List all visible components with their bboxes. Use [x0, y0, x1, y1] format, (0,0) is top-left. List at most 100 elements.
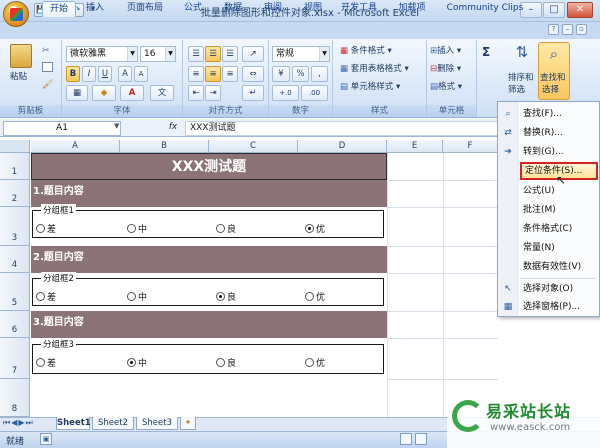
shrink-font-button[interactable]: A	[134, 66, 148, 82]
menu-item-replace[interactable]: 替换(R)...	[520, 124, 598, 142]
insert-sheet-icon[interactable]: ✦	[180, 417, 196, 430]
align-right-icon[interactable]: ≡	[222, 66, 238, 82]
currency-icon[interactable]: ¥	[272, 66, 290, 82]
sort-filter-label2[interactable]: 筛选	[508, 84, 525, 97]
column-header[interactable]: D	[298, 140, 387, 153]
decrease-decimal-button[interactable]: .00	[301, 85, 328, 101]
row-header[interactable]: 3	[0, 207, 30, 246]
menu-item-goto[interactable]: 转到(G)...	[520, 143, 598, 161]
menu-item-comments[interactable]: 批注(M)	[520, 201, 598, 219]
option-group-box[interactable]: 分组框2 差 中 良 优	[32, 272, 384, 306]
column-header[interactable]: E	[387, 140, 443, 153]
increase-indent-icon[interactable]: ⇥	[205, 85, 221, 101]
column-header[interactable]: C	[209, 140, 298, 153]
insert-function-button[interactable]: fx	[165, 121, 181, 136]
paste-label[interactable]: 粘贴	[10, 71, 27, 84]
conditional-format-button[interactable]: ▦ 条件格式 ▾	[340, 45, 392, 58]
menu-item-data-validation[interactable]: 数据有效性(V)	[520, 258, 598, 276]
row-header[interactable]: 6	[0, 311, 30, 338]
font-color-button[interactable]: A	[120, 85, 144, 101]
cut-icon[interactable]: ✂	[42, 46, 53, 56]
insert-cells-button[interactable]: ⊞插入 ▾	[430, 45, 461, 58]
bold-button[interactable]: B	[66, 66, 80, 82]
radio-option[interactable]: 优	[305, 290, 325, 303]
comma-button[interactable]: ,	[311, 66, 328, 82]
tab-formulas[interactable]: 公式	[178, 1, 208, 17]
copy-icon[interactable]	[42, 62, 53, 72]
italic-button[interactable]: I	[82, 66, 96, 82]
font-size-select[interactable]: 16 ▼	[140, 46, 176, 62]
radio-option[interactable]: 差	[36, 290, 56, 303]
page-layout-view-icon[interactable]	[415, 433, 427, 445]
option-group-box[interactable]: 分组框1 差 中 良 优	[32, 204, 384, 238]
percent-button[interactable]: %	[292, 66, 309, 82]
formula-input[interactable]: XXX测试题	[185, 121, 500, 136]
column-header[interactable]: F	[443, 140, 498, 153]
align-left-icon[interactable]: ≡	[188, 66, 204, 82]
row-header[interactable]: 5	[0, 273, 30, 311]
ribbon-restore-icon[interactable]: ▫	[576, 24, 587, 35]
fill-color-icon[interactable]: ◆	[92, 85, 116, 101]
menu-item-find[interactable]: 查找(F)...	[520, 105, 598, 123]
tab-view[interactable]: 视图	[298, 1, 328, 17]
option-group-box[interactable]: 分组框3 差 中 良 优	[32, 338, 384, 374]
radio-option[interactable]: 中	[127, 222, 147, 235]
font-name-select[interactable]: 微软雅黑 ▼	[66, 46, 138, 62]
tab-community-clips[interactable]: Community Clips	[440, 1, 530, 17]
cell-styles-button[interactable]: ▤ 单元格样式 ▾	[340, 81, 400, 94]
help-icon[interactable]: ?	[548, 24, 559, 35]
wrap-text-icon[interactable]: ↵	[242, 85, 264, 101]
sheet-tab[interactable]: Sheet3	[136, 417, 178, 430]
grow-font-button[interactable]: A	[118, 66, 132, 82]
tab-insert[interactable]: 插入	[80, 1, 110, 17]
column-header[interactable]: A	[31, 140, 120, 153]
tab-home[interactable]: 开始	[42, 1, 76, 17]
row-header[interactable]: 7	[0, 338, 30, 379]
row-header[interactable]: 8	[0, 379, 30, 417]
sheet-tab[interactable]: Sheet1	[56, 417, 91, 430]
radio-option[interactable]: 差	[36, 222, 56, 235]
radio-option[interactable]: 优	[305, 222, 325, 235]
format-painter-icon[interactable]: 🖌	[42, 80, 53, 90]
radio-option[interactable]: 中	[127, 356, 147, 369]
row-header[interactable]: 2	[0, 180, 30, 207]
question-heading[interactable]: 3.题目内容	[31, 311, 387, 338]
menu-item-constants[interactable]: 常量(N)	[520, 239, 598, 257]
title-cell[interactable]: XXX测试题	[31, 153, 387, 180]
format-cells-button[interactable]: ▤格式 ▾	[430, 81, 462, 94]
paste-icon[interactable]	[10, 44, 32, 68]
delete-cells-button[interactable]: ⊟删除 ▾	[430, 63, 461, 76]
macro-record-icon[interactable]: ▣	[40, 433, 52, 445]
sort-filter-icon[interactable]: ⇅	[510, 43, 534, 67]
menu-item-formulas[interactable]: 公式(U)	[520, 182, 598, 200]
row-header[interactable]: 4	[0, 246, 30, 273]
format-as-table-button[interactable]: ▦ 套用表格格式 ▾	[340, 63, 409, 76]
radio-option[interactable]: 中	[127, 290, 147, 303]
question-heading[interactable]: 1.题目内容	[31, 180, 387, 207]
align-center-icon[interactable]: ≡	[205, 66, 221, 82]
menu-item-select-objects[interactable]: 选择对象(O)	[520, 280, 598, 298]
borders-icon[interactable]: ▦	[66, 85, 88, 101]
maximize-button[interactable]: □	[543, 2, 565, 18]
name-box-dropdown-icon[interactable]: ▼	[114, 122, 119, 130]
normal-view-icon[interactable]	[400, 433, 412, 445]
office-button[interactable]	[3, 1, 29, 27]
underline-button[interactable]: U	[98, 66, 112, 82]
autosum-button[interactable]: Σ	[482, 45, 490, 59]
question-heading[interactable]: 2.题目内容	[31, 246, 387, 273]
decrease-indent-icon[interactable]: ⇤	[188, 85, 204, 101]
radio-option[interactable]: 良	[216, 222, 236, 235]
radio-option[interactable]: 优	[305, 356, 325, 369]
merge-center-icon[interactable]: ⇔	[242, 66, 264, 82]
sheet-nav-icons[interactable]: ⏮◀▶⏭	[3, 418, 34, 428]
tab-page-layout[interactable]: 页面布局	[120, 1, 170, 17]
name-box[interactable]: A1	[3, 121, 121, 136]
ribbon-minimize-icon[interactable]: –	[562, 24, 573, 35]
align-top-icon[interactable]: ☰	[188, 46, 204, 62]
align-bottom-icon[interactable]: ☰	[222, 46, 238, 62]
number-format-select[interactable]: 常规 ▼	[272, 46, 330, 62]
increase-decimal-button[interactable]: +.0	[272, 85, 299, 101]
row-header[interactable]: 1	[0, 153, 30, 180]
menu-item-conditional-formatting[interactable]: 条件格式(C)	[520, 220, 598, 238]
radio-option[interactable]: 良	[216, 290, 236, 303]
